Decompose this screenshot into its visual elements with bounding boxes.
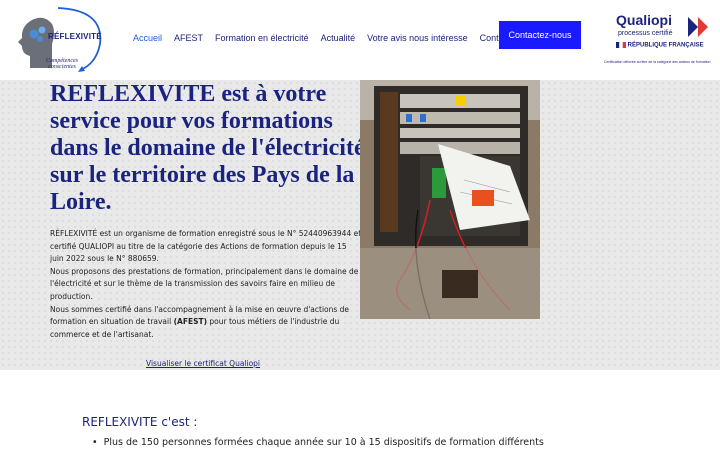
electrical-panel-image (360, 80, 540, 319)
afest-bold: (AFEST) (173, 317, 208, 327)
republique-label: RÉPUBLIQUE FRANÇAISE (627, 42, 704, 49)
qualiopi-arrows-icon (688, 17, 708, 37)
qualiopi-brand: Qualiopi (616, 12, 672, 28)
logo-title: RÉFLEXIVITÉ (48, 32, 102, 41)
republique-francaise: RÉPUBLIQUE FRANÇAISE (616, 42, 704, 49)
section-title: REFLEXIVITE c'est : (82, 415, 198, 429)
hero-paragraph-3: Nous sommes certifié dans l'accompagneme… (50, 304, 362, 342)
reflexivite-logo[interactable]: RÉFLEXIVITÉ Compétences conscientes (12, 4, 112, 76)
highlights-list: Plus de 150 personnes formées chaque ann… (92, 437, 544, 448)
logo-tagline: Compétences conscientes (42, 58, 82, 70)
nav-accueil[interactable]: Accueil (133, 33, 162, 43)
hero-body: RÉFLEXIVITÉ est un organisme de formatio… (50, 228, 362, 341)
hero-paragraph-2: Nous proposons des prestations de format… (50, 266, 359, 301)
french-flag-icon (616, 42, 626, 48)
hero-title: REFLEXIVITE est à votre service pour vos… (50, 81, 365, 215)
qualiopi-certificate-link[interactable]: Visualiser le certificat Qualiopi (146, 359, 260, 368)
list-item: Plus de 150 personnes formées chaque ann… (92, 437, 544, 448)
nav-afest[interactable]: AFEST (174, 33, 203, 43)
qualiopi-sub: processus certifié (618, 30, 673, 37)
qualiopi-logo: Qualiopi processus certifié RÉPUBLIQUE F… (604, 10, 716, 68)
nav-actualite[interactable]: Actualité (321, 33, 356, 43)
main-nav: Accueil AFEST Formation en électricité A… (133, 33, 523, 43)
logo-tagline-line2: conscientes (48, 64, 76, 70)
site-header: RÉFLEXIVITÉ Compétences conscientes Accu… (0, 0, 720, 80)
contact-button[interactable]: Contactez-nous (499, 21, 581, 49)
hero-paragraph-1: RÉFLEXIVITÉ est un organisme de formatio… (50, 229, 362, 264)
nav-votre-avis[interactable]: Votre avis nous intéresse (367, 33, 468, 43)
nav-formation-electricite[interactable]: Formation en électricité (215, 33, 309, 43)
qualiopi-cert-note: Certification délivrée au titre de la ca… (604, 60, 711, 64)
electrical-panel-photo (360, 80, 540, 319)
